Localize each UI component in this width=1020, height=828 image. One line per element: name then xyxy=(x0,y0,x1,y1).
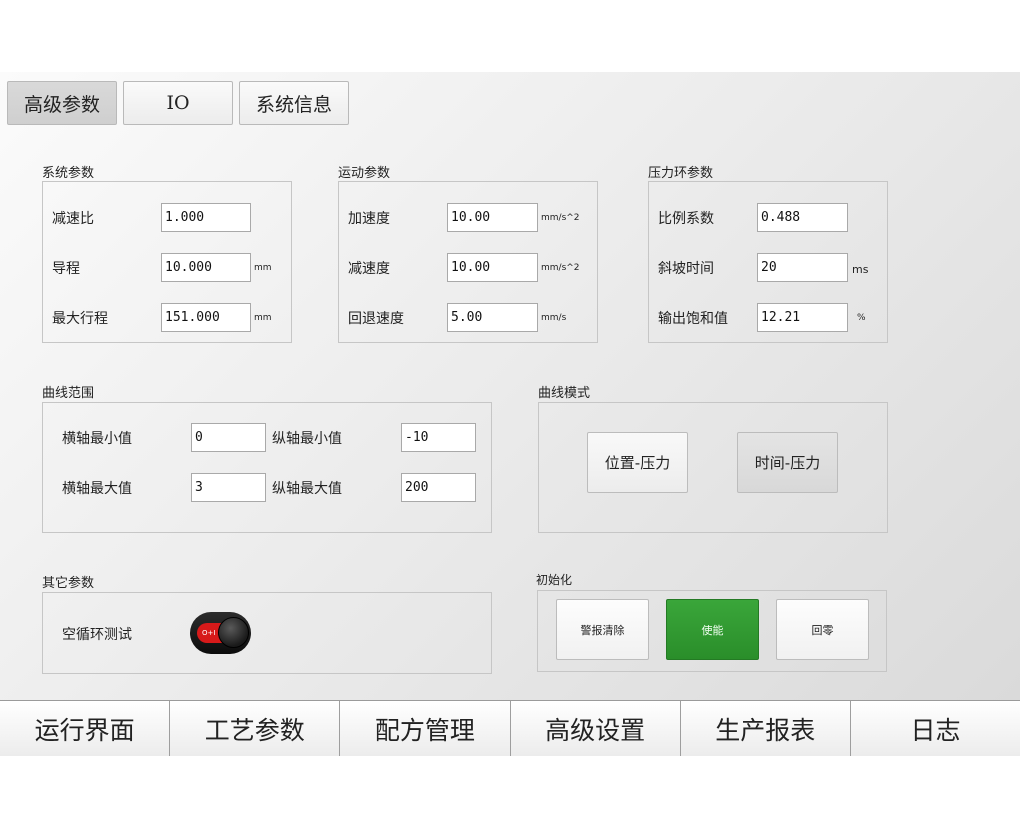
x-min-input[interactable]: 0 xyxy=(191,423,266,452)
retract-speed-input[interactable]: 5.00 xyxy=(447,303,538,332)
lead-unit: mm xyxy=(254,263,272,273)
y-max-input[interactable]: 200 xyxy=(401,473,476,502)
y-min-input[interactable]: -10 xyxy=(401,423,476,452)
x-min-label: 横轴最小值 xyxy=(62,431,132,447)
reduction-ratio-input[interactable]: 1.000 xyxy=(161,203,251,232)
max-stroke-label: 最大行程 xyxy=(52,311,108,327)
time-pressure-button[interactable]: 时间-压力 xyxy=(737,432,838,493)
retract-speed-unit: mm/s xyxy=(541,313,567,323)
output-saturation-input[interactable]: 12.21 xyxy=(757,303,848,332)
bottom-nav: 运行界面 工艺参数 配方管理 高级设置 生产报表 日志 xyxy=(0,700,1020,756)
nav-production-report[interactable]: 生产报表 xyxy=(680,701,851,756)
pressure-loop-title: 压力环参数 xyxy=(648,166,714,181)
ramp-time-label: 斜坡时间 xyxy=(658,261,714,277)
lead-input[interactable]: 10.000 xyxy=(161,253,251,282)
clear-alarm-button[interactable]: 警报清除 xyxy=(556,599,649,660)
dry-cycle-label: 空循环测试 xyxy=(62,627,132,643)
other-params-title: 其它参数 xyxy=(42,576,95,591)
acceleration-unit: mm/s^2 xyxy=(541,213,580,223)
ramp-time-unit: ms xyxy=(852,263,869,276)
tab-io[interactable]: IO xyxy=(123,81,233,125)
initialization-title: 初始化 xyxy=(536,573,573,587)
curve-mode-title: 曲线模式 xyxy=(538,386,591,401)
home-button[interactable]: 回零 xyxy=(776,599,869,660)
proportional-input[interactable]: 0.488 xyxy=(757,203,848,232)
lead-label: 导程 xyxy=(52,261,80,277)
retract-speed-label: 回退速度 xyxy=(348,311,404,327)
deceleration-unit: mm/s^2 xyxy=(541,263,580,273)
output-saturation-unit: % xyxy=(857,313,866,323)
x-max-label: 横轴最大值 xyxy=(62,481,132,497)
max-stroke-input[interactable]: 151.000 xyxy=(161,303,251,332)
curve-range-title: 曲线范围 xyxy=(42,386,95,401)
hmi-screen: 高级参数 IO 系统信息 系统参数 减速比 1.000 导程 10.000 mm… xyxy=(0,72,1020,756)
system-params-title: 系统参数 xyxy=(42,166,95,181)
reduction-ratio-label: 减速比 xyxy=(52,211,94,227)
nav-run-screen[interactable]: 运行界面 xyxy=(0,701,171,756)
y-min-label: 纵轴最小值 xyxy=(272,431,342,447)
nav-log[interactable]: 日志 xyxy=(850,701,1020,756)
acceleration-label: 加速度 xyxy=(348,211,390,227)
dry-cycle-toggle[interactable]: O+I xyxy=(190,612,251,654)
enable-button[interactable]: 使能 xyxy=(666,599,759,660)
x-max-input[interactable]: 3 xyxy=(191,473,266,502)
deceleration-label: 减速度 xyxy=(348,261,390,277)
proportional-label: 比例系数 xyxy=(658,211,714,227)
y-max-label: 纵轴最大值 xyxy=(272,481,342,497)
ramp-time-input[interactable]: 20 xyxy=(757,253,848,282)
acceleration-input[interactable]: 10.00 xyxy=(447,203,538,232)
toggle-knob xyxy=(218,617,249,648)
curve-range-panel xyxy=(42,402,492,533)
deceleration-input[interactable]: 10.00 xyxy=(447,253,538,282)
nav-process-params[interactable]: 工艺参数 xyxy=(170,701,341,756)
tab-advanced-params[interactable]: 高级参数 xyxy=(7,81,117,125)
nav-advanced-settings[interactable]: 高级设置 xyxy=(510,701,681,756)
nav-recipe-management[interactable]: 配方管理 xyxy=(340,701,511,756)
position-pressure-button[interactable]: 位置-压力 xyxy=(587,432,688,493)
output-saturation-label: 输出饱和值 xyxy=(658,311,728,327)
motion-params-title: 运动参数 xyxy=(338,166,391,181)
tab-system-info[interactable]: 系统信息 xyxy=(239,81,349,125)
max-stroke-unit: mm xyxy=(254,313,272,323)
